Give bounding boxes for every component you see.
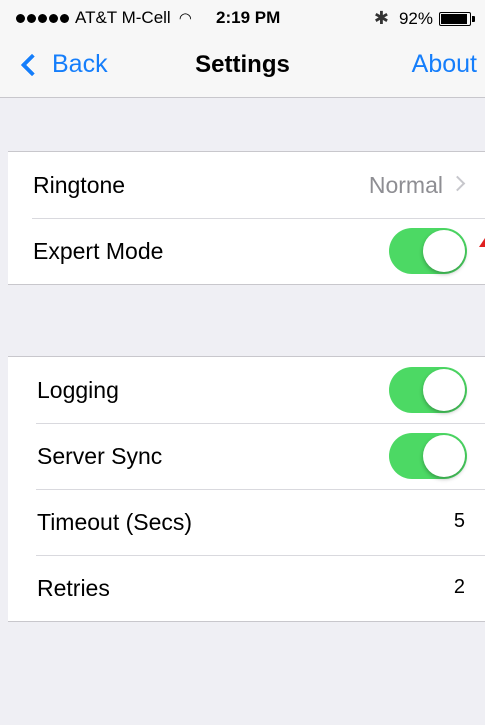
toggle-knob <box>423 435 465 477</box>
status-bar: AT&T M-Cell ◠ 2:19 PM ✱ 92% <box>0 0 485 36</box>
carrier-name: AT&T M-Cell <box>75 8 171 27</box>
battery-fill <box>441 13 467 24</box>
chevron-left-icon <box>20 53 44 76</box>
back-label: Back <box>52 50 108 78</box>
retries-value: 2 <box>453 576 465 598</box>
expert-mode-label: Expert Mode <box>33 238 164 264</box>
signal-strength-icon <box>16 13 69 23</box>
server-sync-toggle[interactable] <box>389 433 467 479</box>
wifi-icon: ◠ <box>178 10 192 27</box>
timeout-row[interactable]: Timeout (Secs) 5 <box>8 489 485 555</box>
logging-label: Logging <box>37 377 119 403</box>
toggle-knob <box>423 230 465 272</box>
timeout-value: 5 <box>453 510 465 532</box>
server-sync-label: Server Sync <box>37 443 163 469</box>
settings-group-general: Ringtone Normal Expert Mode <box>8 151 485 285</box>
server-sync-row: Server Sync <box>8 423 485 489</box>
navigation-bar: Back Settings About <box>0 36 485 98</box>
toggle-knob <box>423 369 465 411</box>
red-pointer-marker <box>479 238 485 247</box>
retries-row[interactable]: Retries 2 <box>8 555 485 621</box>
status-left: AT&T M-Cell ◠ <box>16 8 192 28</box>
logging-row: Logging <box>8 357 485 423</box>
expert-mode-row: Expert Mode <box>8 218 485 284</box>
expert-mode-toggle[interactable] <box>389 228 467 274</box>
about-button[interactable]: About <box>412 50 477 79</box>
chevron-right-icon <box>449 175 466 192</box>
battery-percent: 92% <box>398 8 433 28</box>
ringtone-label: Ringtone <box>33 172 126 198</box>
timeout-label: Timeout (Secs) <box>37 509 193 535</box>
bluetooth-icon: ✱ <box>373 8 389 28</box>
back-button[interactable]: Back <box>18 50 108 79</box>
status-right: ✱ 92% <box>373 8 475 29</box>
settings-group-advanced: Logging Server Sync Timeout (Secs) 5 Ret… <box>8 356 485 622</box>
ringtone-value: Normal <box>368 172 443 198</box>
logging-toggle[interactable] <box>389 367 467 413</box>
ringtone-row[interactable]: Ringtone Normal <box>8 152 485 218</box>
retries-label: Retries <box>37 575 110 601</box>
status-time: 2:19 PM <box>216 8 281 27</box>
battery-icon <box>439 11 475 26</box>
